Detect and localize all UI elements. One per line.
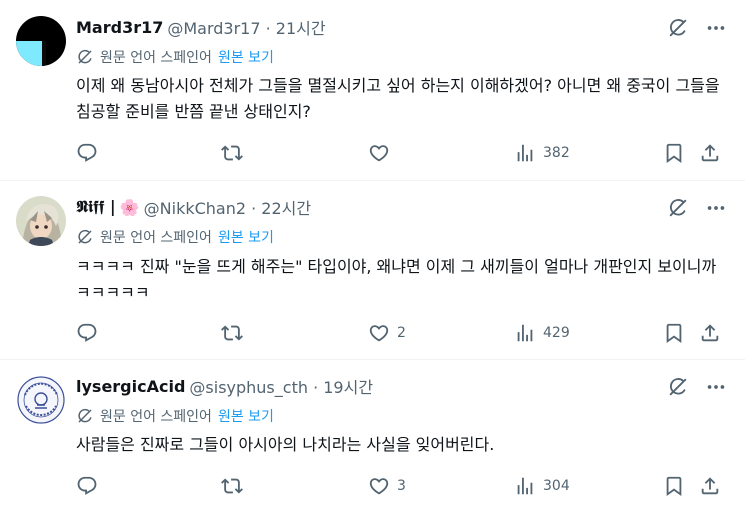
views-count: 429 [543,325,570,341]
views-count: 304 [543,478,570,494]
more-icon[interactable] [705,197,727,219]
tweet-1[interactable]: Mard3r17 @Mard3r17 · 21시간 원문 언어 스페인어 원본 … [0,0,745,180]
top-actions [667,197,727,219]
tweet-3[interactable]: lysergicAcid @sisyphus_cth · 19시간 원문 언어 … [0,360,745,517]
grok-icon[interactable] [667,376,689,398]
heart-icon [368,475,390,497]
translated-from-label: 원문 언어 스페인어 [100,409,212,425]
retweet-button[interactable] [221,320,243,346]
handle-and-time[interactable]: @sisyphus_cth · 19시간 [189,374,373,398]
reply-button[interactable] [76,473,98,499]
translation-note: 원문 언어 스페인어 원본 보기 [76,406,274,426]
translated-from-label: 원문 언어 스페인어 [100,50,212,66]
reply-icon [76,142,98,164]
views-icon [514,322,536,344]
share-button[interactable] [699,140,721,166]
views-count: 382 [543,145,570,161]
show-original-link[interactable]: 원본 보기 [218,406,274,426]
views-button[interactable]: 429 [514,320,570,346]
action-bar: 2 429 [76,320,731,346]
tweet-text: 이제 왜 동남아시아 전체가 그들을 멸절시키고 싶어 하는지 이해하겠어? 아… [76,76,720,121]
circular-stamp-avatar-icon [16,375,66,425]
heart-icon [368,322,390,344]
tweet-2[interactable]: 𝕹𝖎𝖋𝖋 | 🌸 @NikkChan2 · 22시간 원문 언어 스페인어 원본… [0,181,745,359]
display-name[interactable]: Mard3r17 [76,18,163,37]
grok-icon[interactable] [667,17,689,39]
reply-button[interactable] [76,320,98,346]
handle-and-time[interactable]: @Mard3r17 · 21시간 [167,15,325,39]
translate-icon [76,407,94,425]
reply-icon [76,322,98,344]
show-original-link[interactable]: 원본 보기 [218,47,274,67]
display-name[interactable]: lysergicAcid [76,377,185,396]
retweet-icon [221,142,243,164]
heart-icon [368,142,390,164]
translate-icon [76,228,94,246]
share-button[interactable] [699,320,721,346]
translated-from-label: 원문 언어 스페인어 [100,230,212,246]
avatar[interactable] [16,196,66,246]
views-button[interactable]: 382 [514,140,570,166]
bookmark-button[interactable] [663,140,685,166]
retweet-icon [221,322,243,344]
tweet-header: 𝕹𝖎𝖋𝖋 | 🌸 @NikkChan2 · 22시간 [76,195,311,219]
bookmark-button[interactable] [663,320,685,346]
retweet-button[interactable] [221,473,243,499]
avatar[interactable] [16,375,66,425]
tweet-text: ㅋㅋㅋㅋ 진짜 "눈을 뜨게 해주는" 타입이야, 왜냐면 이제 그 새끼들이 … [76,257,717,302]
black-cyan-avatar-icon [16,16,66,66]
like-button[interactable]: 2 [368,320,406,346]
top-actions [667,17,727,39]
retweet-button[interactable] [221,140,243,166]
avatar[interactable] [16,16,66,66]
bookmark-icon [663,142,685,164]
tweet-header: lysergicAcid @sisyphus_cth · 19시간 [76,374,373,398]
display-name[interactable]: 𝕹𝖎𝖋𝖋 | [76,197,116,217]
more-icon[interactable] [705,376,727,398]
reply-button[interactable] [76,140,98,166]
retweet-icon [221,475,243,497]
action-bar: 382 [76,140,731,166]
bookmark-icon [663,322,685,344]
views-button[interactable]: 304 [514,473,570,499]
reply-icon [76,475,98,497]
like-count: 2 [397,325,406,341]
name-flower-emoji: 🌸 [119,197,140,217]
handle-and-time[interactable]: @NikkChan2 · 22시간 [144,195,311,219]
views-icon [514,142,536,164]
top-actions [667,376,727,398]
share-icon [699,142,721,164]
tweet-header: Mard3r17 @Mard3r17 · 21시간 [76,15,326,39]
bookmark-icon [663,475,685,497]
share-icon [699,475,721,497]
reply-feed: Mard3r17 @Mard3r17 · 21시간 원문 언어 스페인어 원본 … [0,0,745,517]
translate-icon [76,48,94,66]
share-button[interactable] [699,473,721,499]
anime-character-avatar-icon [16,196,66,246]
like-button[interactable] [368,140,397,166]
translation-note: 원문 언어 스페인어 원본 보기 [76,227,274,247]
like-count: 3 [397,478,406,494]
show-original-link[interactable]: 원본 보기 [218,227,274,247]
share-icon [699,322,721,344]
translation-note: 원문 언어 스페인어 원본 보기 [76,47,274,67]
action-bar: 3 304 [76,473,731,499]
bookmark-button[interactable] [663,473,685,499]
tweet-text: 사람들은 진짜로 그들이 아시아의 나치라는 사실을 잊어버린다. [76,435,495,454]
grok-icon[interactable] [667,197,689,219]
like-button[interactable]: 3 [368,473,406,499]
views-icon [514,475,536,497]
more-icon[interactable] [705,17,727,39]
